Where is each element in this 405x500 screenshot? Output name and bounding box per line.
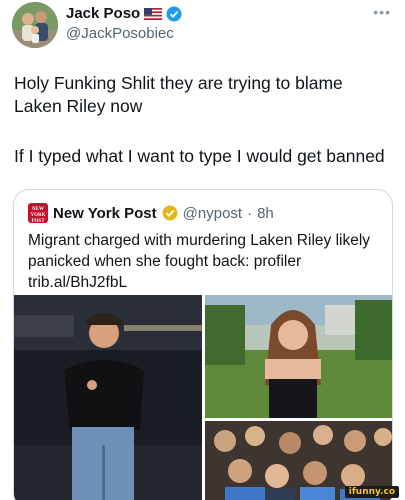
author-name-row: Jack Poso [66,5,182,22]
separator-dot: · [247,204,253,222]
verified-badge-icon [166,6,182,21]
quoted-photo-grid [14,295,392,500]
quoted-timestamp[interactable]: 8h [257,205,274,222]
quoted-tweet-header: NEW YORK POST New York Post @nypost · 8h [28,203,274,224]
quoted-author-name[interactable]: New York Post [53,205,157,222]
ifunny-watermark: ifunny.co [344,486,399,498]
us-flag-icon [144,7,163,20]
more-options-icon[interactable]: ••• [373,4,391,20]
author-handle[interactable]: @JackPosobiec [66,25,174,42]
quoted-tweet-card[interactable]: NEW YORK POST New York Post @nypost · 8h… [13,189,393,500]
tweet: Jack Poso @JackPosobiec ••• Holy Funking… [0,0,405,500]
tweet-text-line-1: Holy Funking Shlit they are trying to bl… [14,73,343,116]
photo-man-night[interactable] [14,295,202,500]
quoted-author-handle[interactable]: @nypost [183,205,242,222]
quoted-tweet-text: Migrant charged with murdering Laken Ril… [28,232,371,291]
author-display-name[interactable]: Jack Poso [66,5,140,22]
nypost-logo-avatar[interactable]: NEW YORK POST [28,203,48,224]
tweet-text-line-2: If I typed what I want to type I would g… [14,146,385,166]
author-avatar[interactable] [12,2,58,48]
gold-verified-badge-icon [162,205,178,221]
photo-woman-outdoors[interactable] [205,295,392,418]
